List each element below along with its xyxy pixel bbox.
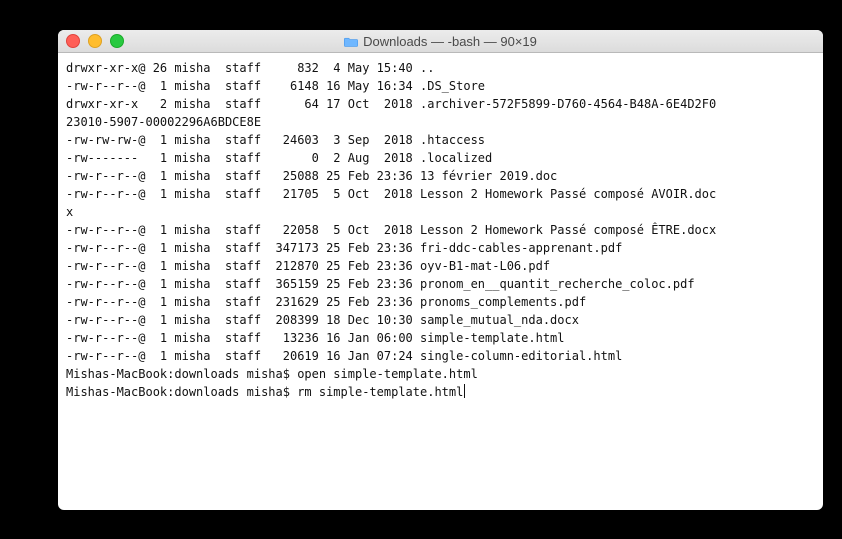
zoom-icon[interactable] xyxy=(110,34,124,48)
minimize-icon[interactable] xyxy=(88,34,102,48)
window-title: Downloads — -bash — 90×19 xyxy=(58,34,823,49)
titlebar[interactable]: Downloads — -bash — 90×19 xyxy=(58,30,823,53)
terminal-body[interactable]: drwxr-xr-x@ 26 misha staff 832 4 May 15:… xyxy=(58,53,823,407)
window-title-text: Downloads — -bash — 90×19 xyxy=(363,34,537,49)
close-icon[interactable] xyxy=(66,34,80,48)
traffic-lights xyxy=(66,34,124,48)
terminal-window: Downloads — -bash — 90×19 drwxr-xr-x@ 26… xyxy=(58,30,823,510)
text-cursor xyxy=(464,384,465,398)
folder-icon xyxy=(344,36,358,47)
